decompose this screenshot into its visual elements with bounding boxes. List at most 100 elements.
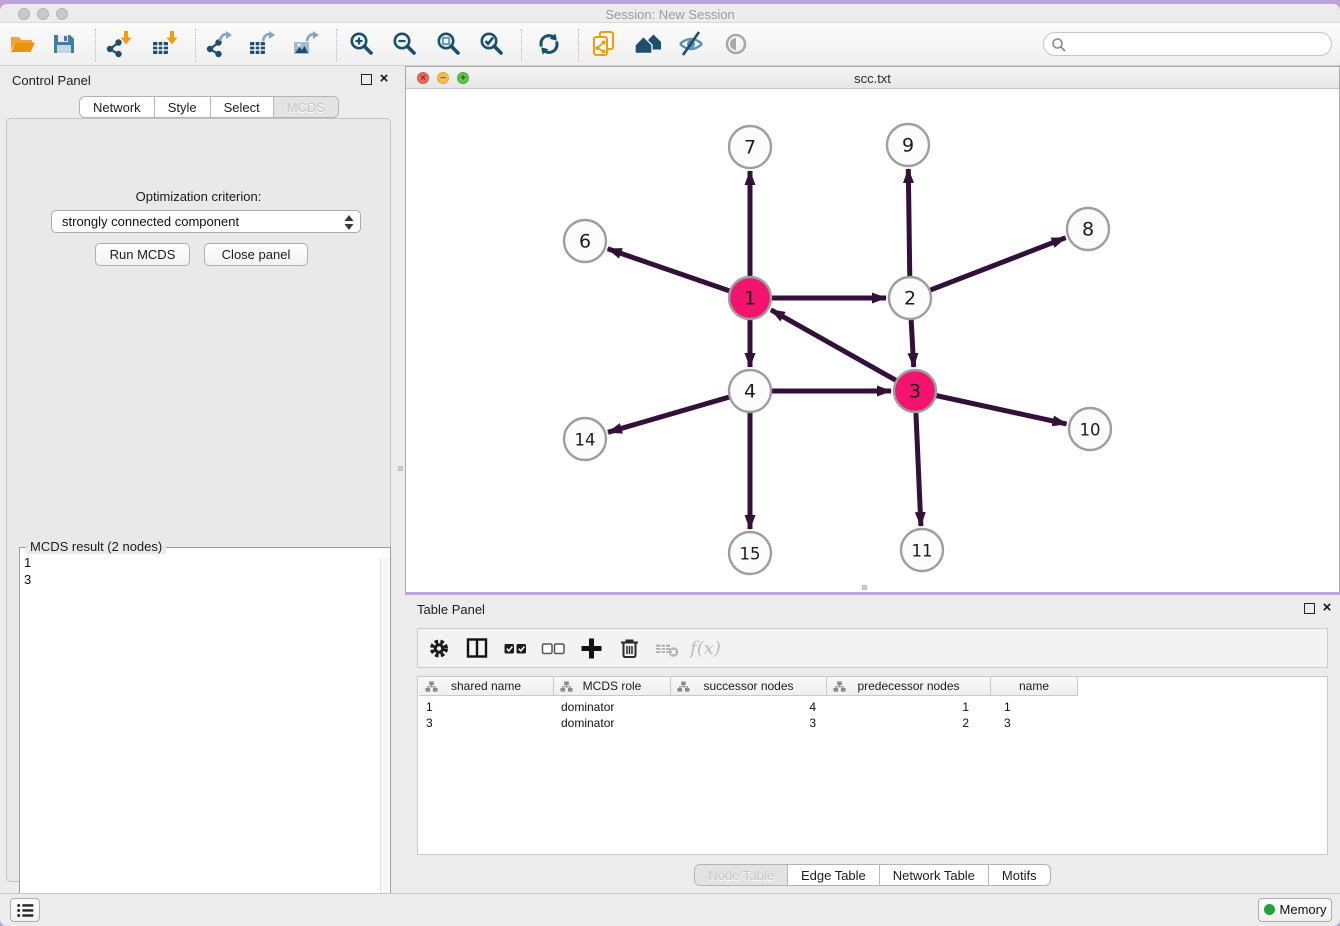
export-network-icon[interactable]	[204, 30, 234, 60]
graph-svg: 7968124314101511	[406, 89, 1339, 592]
node-label-7: 7	[744, 137, 756, 159]
hide-selected-icon[interactable]	[677, 30, 707, 60]
column-label: MCDS role	[583, 679, 642, 693]
node-label-9: 9	[902, 135, 914, 157]
node-label-1: 1	[744, 288, 756, 310]
zoom-in-icon[interactable]	[348, 30, 378, 60]
table-tabs: Node Table Edge Table Network Table Moti…	[405, 864, 1340, 886]
table-panel-title: Table Panel	[417, 602, 485, 617]
column-header-successor-nodes[interactable]: successor nodes	[671, 677, 827, 696]
task-list-icon	[13, 899, 39, 921]
column-type-icon	[833, 681, 846, 692]
network-overview-icon[interactable]	[634, 30, 664, 60]
node-label-10: 10	[1080, 421, 1101, 440]
node-label-4: 4	[744, 381, 756, 403]
column-header-shared-name[interactable]: shared name	[419, 677, 554, 696]
cell-name[interactable]: 1	[1004, 699, 1074, 715]
edge-1-6[interactable]	[608, 249, 732, 292]
task-history-button[interactable]	[10, 898, 40, 922]
select-all-columns-icon[interactable]	[502, 635, 529, 662]
toolbar-separator	[578, 29, 579, 61]
column-label: predecessor nodes	[857, 679, 959, 693]
tab-mcds[interactable]: MCDS	[273, 97, 338, 117]
tab-edge-table[interactable]: Edge Table	[787, 865, 879, 885]
node-label-8: 8	[1082, 219, 1094, 241]
result-line: 3	[24, 571, 31, 588]
cell-predecessor-nodes[interactable]: 2	[827, 715, 969, 731]
tab-style[interactable]: Style	[154, 97, 210, 117]
cell-successor-nodes[interactable]: 3	[671, 715, 816, 731]
memory-button[interactable]: Memory	[1258, 898, 1332, 922]
column-header-mcds-role[interactable]: MCDS role	[554, 677, 671, 696]
control-panel: Control Panel Network Style Select MCDS …	[0, 66, 397, 893]
column-header-name[interactable]: name	[991, 677, 1078, 696]
cell-name[interactable]: 3	[1004, 715, 1074, 731]
export-table-icon[interactable]	[247, 30, 277, 60]
cell-mcds-role[interactable]: dominator	[561, 715, 666, 731]
run-mcds-button[interactable]: Run MCDS	[95, 243, 190, 266]
cell-successor-nodes[interactable]: 4	[671, 699, 816, 715]
close-table-panel-icon[interactable]	[1320, 601, 1334, 615]
function-builder-icon: f(x)	[692, 635, 719, 662]
canvas-resize-knob[interactable]	[862, 585, 867, 590]
delete-columns-icon[interactable]	[616, 635, 643, 662]
splitter-knob[interactable]	[398, 466, 403, 471]
optimization-criterion-select[interactable]: strongly connected component	[51, 210, 361, 233]
open-session-icon[interactable]	[9, 30, 39, 60]
tab-motifs[interactable]: Motifs	[988, 865, 1050, 885]
column-type-icon	[425, 681, 438, 692]
export-image-icon[interactable]	[291, 30, 321, 60]
tab-node-table[interactable]: Node Table	[695, 865, 787, 885]
cell-shared-name[interactable]: 3	[426, 715, 546, 731]
memory-status-icon	[1264, 904, 1275, 915]
float-panel-icon[interactable]	[361, 74, 372, 85]
network-window-titlebar[interactable]: scc.txt	[406, 67, 1339, 89]
table-settings-icon[interactable]	[426, 635, 453, 662]
tab-network-table[interactable]: Network Table	[879, 865, 988, 885]
cell-predecessor-nodes[interactable]: 1	[827, 699, 969, 715]
close-panel-icon[interactable]	[377, 72, 391, 86]
refresh-layout-icon[interactable]	[535, 30, 565, 60]
edge-3-11[interactable]	[916, 410, 921, 526]
session-title: Session: New Session	[0, 7, 1340, 22]
application-window: Session: New Session	[0, 0, 1340, 926]
edge-4-14[interactable]	[608, 396, 732, 432]
column-header-predecessor-nodes[interactable]: predecessor nodes	[827, 677, 991, 696]
float-table-panel-icon[interactable]	[1304, 603, 1315, 614]
tab-network[interactable]: Network	[80, 97, 154, 117]
tab-select[interactable]: Select	[210, 97, 273, 117]
node-label-11: 11	[912, 542, 933, 561]
search-input[interactable]	[1070, 35, 1320, 53]
show-all-icon[interactable]	[722, 30, 752, 60]
zoom-fit-icon[interactable]	[435, 30, 465, 60]
close-panel-button[interactable]: Close panel	[204, 243, 308, 266]
edge-3-1[interactable]	[771, 310, 899, 382]
vertical-splitter[interactable]	[397, 66, 405, 893]
column-layout-icon[interactable]	[464, 635, 491, 662]
edge-2-8[interactable]	[928, 238, 1066, 291]
control-panel-tabs: Network Style Select MCDS	[79, 96, 339, 118]
save-session-icon[interactable]	[50, 30, 80, 60]
import-table-icon[interactable]	[150, 30, 180, 60]
copy-network-icon[interactable]	[590, 30, 620, 60]
add-column-icon[interactable]	[578, 635, 605, 662]
edge-3-10[interactable]	[934, 395, 1067, 424]
zoom-out-icon[interactable]	[391, 30, 421, 60]
network-canvas[interactable]: 7968124314101511	[406, 89, 1339, 592]
cell-mcds-role[interactable]: dominator	[561, 699, 666, 715]
edge-2-3[interactable]	[911, 317, 914, 367]
column-type-icon	[677, 681, 690, 692]
cell-shared-name[interactable]: 1	[426, 699, 546, 715]
unselect-all-columns-icon[interactable]	[540, 635, 567, 662]
node-label-3: 3	[909, 381, 921, 403]
edge-2-9[interactable]	[908, 169, 910, 279]
toolbar-separator	[95, 29, 96, 61]
mcds-result-title: MCDS result (2 nodes)	[26, 539, 166, 554]
result-scrollbar[interactable]	[380, 558, 389, 926]
selected-criterion: strongly connected component	[62, 214, 239, 229]
import-network-icon[interactable]	[104, 30, 134, 60]
mcds-result-list: 1 3	[24, 554, 31, 588]
zoom-selected-icon[interactable]	[478, 30, 508, 60]
mcds-result-box: MCDS result (2 nodes) 1 3	[19, 547, 391, 926]
column-label: successor nodes	[703, 679, 793, 693]
